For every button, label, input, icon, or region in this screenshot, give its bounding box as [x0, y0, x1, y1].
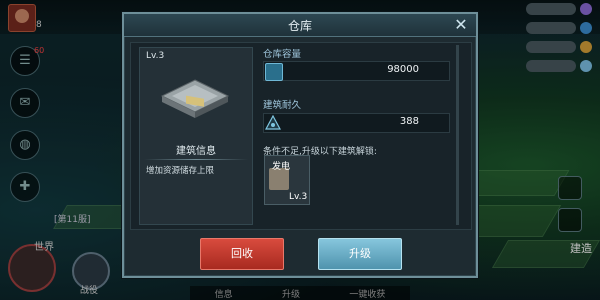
durability-icon [265, 115, 281, 130]
durability-value: 388 [399, 116, 419, 127]
warehouse-modal: 仓库 ✕ Lv.3 建筑信息 增加资源储存上限 仓库容量 98000 建筑耐久 [122, 12, 478, 278]
scrollbar[interactable] [456, 45, 459, 225]
modal-content: Lv.3 建筑信息 增加资源储存上限 仓库容量 98000 建筑耐久 388 条… [130, 42, 472, 230]
required-building-name: 发电 [272, 162, 291, 172]
capacity-row: 98000 [263, 61, 450, 81]
durability-label: 建筑耐久 [263, 100, 302, 111]
durability-row: 388 [263, 113, 450, 133]
recycle-button[interactable]: 回收 [200, 238, 284, 270]
required-building-card[interactable]: 发电 Lv.3 [264, 155, 310, 205]
building-level: Lv.3 [146, 51, 165, 61]
building-info-desc: 增加资源储存上限 [146, 166, 215, 176]
building-card: Lv.3 建筑信息 增加资源储存上限 [139, 47, 253, 225]
capacity-label: 仓库容量 [263, 49, 302, 60]
warehouse-icon [160, 79, 230, 118]
capacity-value: 98000 [387, 64, 419, 75]
modal-header: 仓库 ✕ [124, 14, 476, 37]
stats-panel: 仓库容量 98000 建筑耐久 388 条件不足,升级以下建筑解锁: 发电 Lv… [263, 43, 463, 229]
capacity-icon [265, 63, 283, 81]
building-info-title: 建筑信息 [176, 146, 216, 157]
close-icon[interactable]: ✕ [452, 16, 470, 34]
upgrade-button[interactable]: 升级 [318, 238, 402, 270]
modal-title: 仓库 [287, 19, 312, 33]
divider [144, 159, 248, 160]
required-building-level: Lv.3 [289, 192, 308, 202]
